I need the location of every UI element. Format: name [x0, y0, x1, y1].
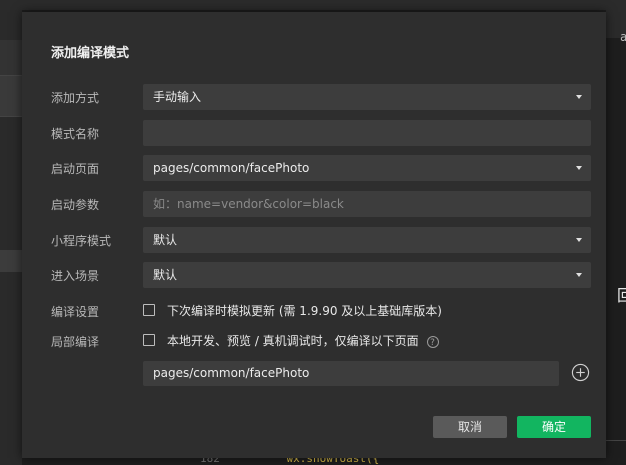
row-scene: 进入场景 默认: [22, 262, 606, 288]
caret-down-icon: [576, 166, 582, 170]
start-page-label: 启动页面: [51, 162, 100, 176]
row-mini-mode: 小程序模式 默认: [22, 227, 606, 253]
mini-mode-label: 小程序模式: [51, 234, 112, 248]
start-page-select[interactable]: pages/common/facePhoto: [143, 155, 591, 181]
start-page-value: pages/common/facePhoto: [153, 161, 310, 175]
start-params-input[interactable]: 如：name=vendor&color=black: [143, 191, 591, 217]
compile-settings-label: 编译设置: [51, 305, 100, 319]
scene-value: 默认: [153, 268, 178, 282]
partial-compile-text-wrap: 本地开发、预览 / 真机调试时，仅编译以下页面 ?: [167, 332, 439, 349]
partial-page-value: pages/common/facePhoto: [153, 366, 310, 380]
partial-page-input[interactable]: pages/common/facePhoto: [143, 361, 559, 386]
partial-compile-text: 本地开发、预览 / 真机调试时，仅编译以下页面: [167, 334, 419, 348]
mini-mode-select[interactable]: 默认: [143, 227, 591, 253]
row-partial-compile: 局部编译 本地开发、预览 / 真机调试时，仅编译以下页面 ?: [22, 328, 606, 354]
scene-select[interactable]: 默认: [143, 262, 591, 288]
mode-name-label: 模式名称: [51, 127, 100, 141]
row-start-page: 启动页面 pages/common/facePhoto: [22, 155, 606, 181]
mini-mode-value: 默认: [153, 233, 178, 247]
cancel-button[interactable]: 取消: [433, 416, 507, 438]
add-page-plus-icon[interactable]: [571, 363, 590, 382]
ide-green-mark: 回: [617, 286, 626, 305]
ide-right-separator: [606, 440, 626, 441]
row-mode-name: 模式名称: [22, 120, 606, 146]
caret-down-icon: [576, 95, 582, 99]
help-icon[interactable]: ?: [426, 335, 439, 348]
simulate-update-checkbox[interactable]: [143, 304, 155, 316]
dialog-title: 添加编译模式: [51, 46, 130, 61]
row-start-params: 启动参数 如：name=vendor&color=black: [22, 191, 606, 217]
scene-label: 进入场景: [51, 269, 100, 283]
ide-left-block: [0, 75, 22, 117]
simulate-update-text: 下次编译时模拟更新 (需 1.9.90 及以上基础库版本): [167, 304, 442, 318]
ide-right-panel: a: [606, 10, 626, 465]
ide-left-block: [0, 40, 22, 78]
ide-left-panel: [0, 10, 22, 465]
confirm-button[interactable]: 确定: [517, 416, 591, 438]
ide-left-block: [0, 250, 22, 272]
ide-right-letter: a: [620, 30, 626, 44]
start-params-label: 启动参数: [51, 198, 100, 212]
mode-name-input[interactable]: [143, 120, 591, 146]
caret-down-icon: [576, 273, 582, 277]
ide-top-bar: [0, 0, 626, 10]
caret-down-icon: [576, 238, 582, 242]
add-compile-mode-dialog: 添加编译模式 添加方式 手动输入 模式名称 启动页面 pages/common/…: [22, 12, 606, 458]
partial-compile-label: 局部编译: [51, 335, 100, 349]
screen: a 回 182 wx.showToast({ 添加编译模式 添加方式 手动输入 …: [0, 0, 626, 465]
add-method-value: 手动输入: [153, 90, 202, 104]
row-add-method: 添加方式 手动输入: [22, 84, 606, 110]
add-method-label: 添加方式: [51, 91, 100, 105]
start-params-placeholder: 如：name=vendor&color=black: [153, 197, 344, 211]
row-compile-settings: 编译设置 下次编译时模拟更新 (需 1.9.90 及以上基础库版本): [22, 298, 606, 324]
partial-compile-checkbox[interactable]: [143, 334, 155, 346]
add-method-select[interactable]: 手动输入: [143, 84, 591, 110]
